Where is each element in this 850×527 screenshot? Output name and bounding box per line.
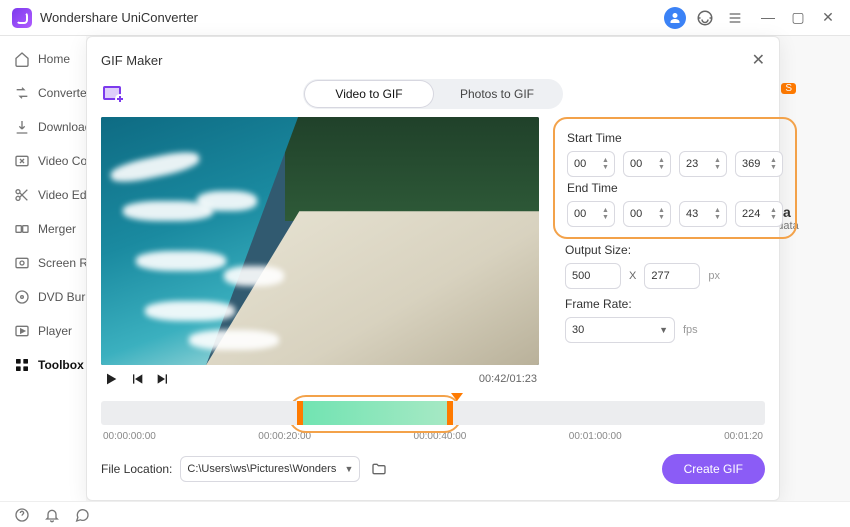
start-ms-input[interactable]: 369▲▼	[735, 151, 783, 177]
timeline-selection[interactable]	[297, 401, 453, 425]
fps-unit: fps	[683, 324, 698, 336]
sidebar-item-recorder[interactable]: Screen Recorder	[0, 246, 86, 280]
menu-icon[interactable]	[722, 5, 748, 31]
close-window-button[interactable]: ✕	[818, 9, 838, 26]
sidebar: Home Converter Downloader Video Compress…	[0, 36, 86, 501]
scissors-icon	[14, 187, 30, 203]
sidebar-label: Video Editor	[38, 188, 86, 202]
chevron-up-icon: ▲	[602, 157, 610, 164]
record-icon	[14, 255, 30, 271]
converter-icon	[14, 85, 30, 101]
output-height-input[interactable]: 277	[644, 263, 700, 289]
download-icon	[14, 119, 30, 135]
start-time-label: Start Time	[567, 131, 783, 145]
status-bar	[0, 501, 850, 527]
sidebar-label: Video Compressor	[38, 154, 86, 168]
sidebar-label: Home	[38, 52, 70, 66]
title-bar: Wondershare UniConverter — ▢ ✕	[0, 0, 850, 36]
app-title: Wondershare UniConverter	[40, 10, 198, 25]
sidebar-item-downloader[interactable]: Downloader	[0, 110, 86, 144]
notification-icon[interactable]	[44, 507, 60, 523]
chevron-down-icon: ▼	[344, 464, 353, 474]
merge-icon	[14, 221, 30, 237]
add-media-button[interactable]	[101, 82, 125, 106]
end-minutes-input[interactable]: 00▲▼	[623, 201, 671, 227]
sidebar-label: DVD Burner	[38, 290, 86, 304]
dimension-separator: X	[629, 270, 636, 282]
start-minutes-input[interactable]: 00▲▼	[623, 151, 671, 177]
account-avatar[interactable]	[662, 5, 688, 31]
home-icon	[14, 51, 30, 67]
tick-label: 00:00:20:00	[258, 431, 311, 442]
toolbox-icon	[14, 357, 30, 373]
sidebar-item-toolbox[interactable]: Toolbox	[0, 348, 86, 382]
timeline-handle-start[interactable]	[297, 401, 303, 425]
file-location-label: File Location:	[101, 462, 172, 476]
video-preview[interactable]	[101, 117, 539, 365]
tick-label: 00:00:40:00	[414, 431, 467, 442]
frame-rate-label: Frame Rate:	[565, 297, 785, 311]
sidebar-item-player[interactable]: Player	[0, 314, 86, 348]
gif-maker-modal: GIF Maker ✕ Video to GIF Photos to GIF 0…	[86, 36, 780, 501]
chevron-down-icon: ▼	[602, 164, 610, 171]
end-ms-input[interactable]: 224▲▼	[735, 201, 783, 227]
output-size-label: Output Size:	[565, 243, 785, 257]
timeline[interactable]: 00:00:00:00 00:00:20:00 00:00:40:00 00:0…	[101, 401, 765, 442]
start-seconds-input[interactable]: 23▲▼	[679, 151, 727, 177]
app-logo-icon	[12, 8, 32, 28]
badge-icon: S	[781, 83, 796, 94]
end-time-label: End Time	[567, 181, 783, 195]
sidebar-label: Merger	[38, 222, 76, 236]
sidebar-item-compressor[interactable]: Video Compressor	[0, 144, 86, 178]
sidebar-label: Downloader	[38, 120, 86, 134]
tick-label: 00:00:00:00	[103, 431, 156, 442]
feedback-icon[interactable]	[74, 507, 90, 523]
tab-photos-to-gif[interactable]: Photos to GIF	[433, 81, 561, 107]
sidebar-label: Toolbox	[38, 358, 84, 372]
play-button[interactable]	[103, 371, 119, 387]
sidebar-item-converter[interactable]: Converter	[0, 76, 86, 110]
maximize-button[interactable]: ▢	[788, 9, 808, 26]
timeline-handle-end[interactable]	[447, 401, 453, 425]
play-icon	[14, 323, 30, 339]
tick-label: 00:01:20	[724, 431, 763, 442]
support-icon[interactable]	[692, 5, 718, 31]
playhead-icon[interactable]	[451, 393, 463, 401]
end-seconds-input[interactable]: 43▲▼	[679, 201, 727, 227]
chevron-down-icon: ▼	[659, 325, 668, 335]
timeline-track[interactable]	[101, 401, 765, 425]
timeline-ticks: 00:00:00:00 00:00:20:00 00:00:40:00 00:0…	[101, 431, 765, 442]
help-icon[interactable]	[14, 507, 30, 523]
video-player: 00:42/01:23	[101, 117, 539, 393]
disc-icon	[14, 289, 30, 305]
frame-rate-select[interactable]: 30▼	[565, 317, 675, 343]
sidebar-item-merger[interactable]: Merger	[0, 212, 86, 246]
next-frame-button[interactable]	[155, 371, 171, 387]
start-hours-input[interactable]: 00▲▼	[567, 151, 615, 177]
output-width-input[interactable]: 500	[565, 263, 621, 289]
sidebar-item-dvd[interactable]: DVD Burner	[0, 280, 86, 314]
playback-time: 00:42/01:23	[479, 373, 537, 385]
prev-frame-button[interactable]	[129, 371, 145, 387]
sidebar-item-editor[interactable]: Video Editor	[0, 178, 86, 212]
close-icon[interactable]: ✕	[752, 50, 765, 70]
file-location-select[interactable]: C:\Users\ws\Pictures\Wonders▼	[180, 456, 360, 482]
end-hours-input[interactable]: 00▲▼	[567, 201, 615, 227]
tick-label: 00:01:00:00	[569, 431, 622, 442]
modal-title: GIF Maker	[101, 53, 162, 68]
sidebar-label: Converter	[38, 86, 86, 100]
sidebar-label: Screen Recorder	[38, 256, 86, 270]
compress-icon	[14, 153, 30, 169]
tab-video-to-gif[interactable]: Video to GIF	[305, 81, 433, 107]
px-unit: px	[708, 270, 720, 282]
minimize-button[interactable]: —	[758, 9, 778, 26]
create-gif-button[interactable]: Create GIF	[662, 454, 765, 484]
sidebar-item-home[interactable]: Home	[0, 42, 86, 76]
open-folder-button[interactable]	[368, 458, 390, 480]
mode-segment: Video to GIF Photos to GIF	[303, 79, 563, 109]
sidebar-label: Player	[38, 324, 72, 338]
time-range-group: Start Time 00▲▼ 00▲▼ 23▲▼ 369▲▼ End Time…	[553, 117, 797, 239]
